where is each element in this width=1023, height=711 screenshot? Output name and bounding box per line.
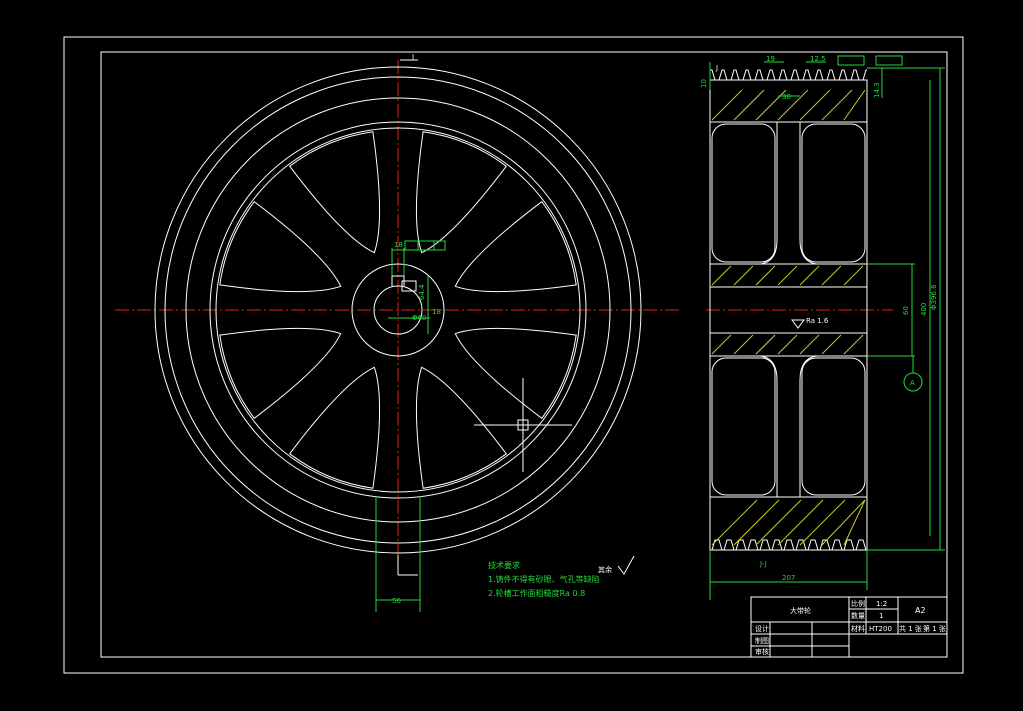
hatch-line: [733, 265, 754, 286]
roughness-symbol-icon: [791, 319, 805, 329]
inner-border: [100, 51, 948, 658]
grooves-top: [710, 69, 867, 81]
title-label-review: 审核: [755, 647, 769, 656]
title-quantity: 1: [879, 612, 883, 620]
hatch-line: [755, 265, 776, 286]
hatch-line: [711, 89, 743, 121]
spoke-opening: [219, 200, 342, 293]
grooves-bottom: [710, 539, 867, 551]
hatch-line: [799, 334, 820, 355]
dim-hub-small: 18: [432, 308, 441, 316]
dim-outer-dia: Φ396.6: [930, 284, 938, 310]
hatch-line: [799, 89, 831, 121]
title-label-draw: 制图: [755, 636, 769, 645]
hatch-line: [711, 334, 732, 355]
dim-groove-depth: 14.3: [873, 82, 881, 98]
hatch-line: [755, 499, 802, 546]
dim-groove-edge: 12.5: [810, 55, 826, 63]
spoke-opening: [415, 131, 508, 254]
notes-line1: 1.铸件不得有砂眼、气孔等缺陷: [488, 574, 600, 584]
spoke-opening: [288, 366, 381, 489]
dim-web-thickness: 30: [782, 93, 791, 101]
hatch-line: [799, 265, 820, 286]
hatch-line: [711, 265, 732, 286]
hatch-line: [821, 499, 866, 546]
technical-notes: 技术要求 1.铸件不得有砂眼、气孔等缺陷 2.轮槽工作面粗糙度Ra 0.8 其余: [488, 555, 635, 598]
other-roughness-label: 其余: [598, 565, 612, 574]
roughness-check-icon: [617, 555, 635, 575]
title-label-material: 材料: [851, 624, 865, 633]
hatch-line: [777, 334, 798, 355]
title-block: 大带轮 比例 1:2 数量 1 A2 材料 HT200 共 1 张 第 1 张 …: [750, 596, 948, 658]
tolerance-frame-1: [837, 55, 865, 66]
section-marker-right: J: [715, 64, 718, 72]
spoke-opening: [288, 131, 381, 254]
title-part-name: 大带轮: [790, 606, 811, 615]
section-outline: [709, 79, 868, 551]
spoke-opening: [415, 366, 508, 489]
title-scale: 1:2: [876, 600, 887, 608]
dim-keyway-height: 64.4: [418, 284, 426, 300]
hatch-line: [843, 265, 864, 286]
section-hatch: [711, 89, 866, 546]
crosshair-cursor-icon: [474, 378, 572, 472]
dim-groove-pitch: 19: [766, 55, 775, 63]
title-sheet-no: 第 1 张: [923, 624, 946, 633]
dim-key-width: 18: [394, 241, 403, 249]
tolerance-frame-hub: [404, 240, 446, 251]
title-label-scale: 比例: [851, 599, 865, 608]
spoke-opening: [454, 327, 577, 420]
spoke-opening: [454, 200, 577, 293]
hatch-line: [799, 499, 846, 546]
notes-heading: 技术要求: [488, 560, 520, 570]
dim-hub-length: 56: [392, 597, 401, 605]
hatch-line: [777, 265, 798, 286]
hatch-line: [733, 334, 754, 355]
groove-profile: [710, 69, 867, 81]
section-view-label: J-J: [759, 560, 767, 568]
title-sheet-size: A2: [915, 606, 926, 615]
title-material: HT200: [869, 625, 892, 633]
hatch-line: [821, 334, 842, 355]
dim-hub-bore: Φ60: [412, 314, 426, 322]
section-view: Φ396.6 400 60 14.3 A J 10 19 12.5 30 Ra …: [700, 55, 945, 600]
dim-bore-side: 60: [902, 306, 910, 315]
groove-profile: [710, 539, 867, 551]
hatch-line: [821, 265, 842, 286]
hatch-line: [711, 499, 758, 546]
dim-pitch-dia: 400: [920, 303, 928, 316]
title-sheets-total: 共 1 张: [899, 624, 922, 633]
hatch-line: [733, 89, 765, 121]
dim-top-depth: 10: [700, 79, 708, 88]
title-label-design: 设计: [755, 624, 769, 633]
front-view: J 18 64.4 Φ60 18 56: [115, 53, 680, 612]
section-marker-top: J: [411, 53, 414, 61]
hatch-line: [755, 334, 776, 355]
tolerance-frame-2: [875, 55, 903, 66]
spoke-opening: [219, 327, 342, 420]
notes-line2: 2.轮槽工作面粗糙度Ra 0.8: [488, 588, 585, 598]
dim-face-width: 207: [782, 574, 795, 582]
datum-a-label: A: [910, 379, 915, 387]
hatch-line: [843, 334, 864, 355]
dim-roughness: Ra 1.6: [806, 317, 829, 325]
hatch-line: [733, 499, 780, 546]
hatch-line: [843, 499, 866, 546]
hatch-line: [777, 499, 824, 546]
title-label-qty: 数量: [851, 611, 865, 620]
cad-drawing: J 18 64.4 Φ60 18 56 Φ396.6 400 60 14.3 A…: [63, 36, 964, 674]
